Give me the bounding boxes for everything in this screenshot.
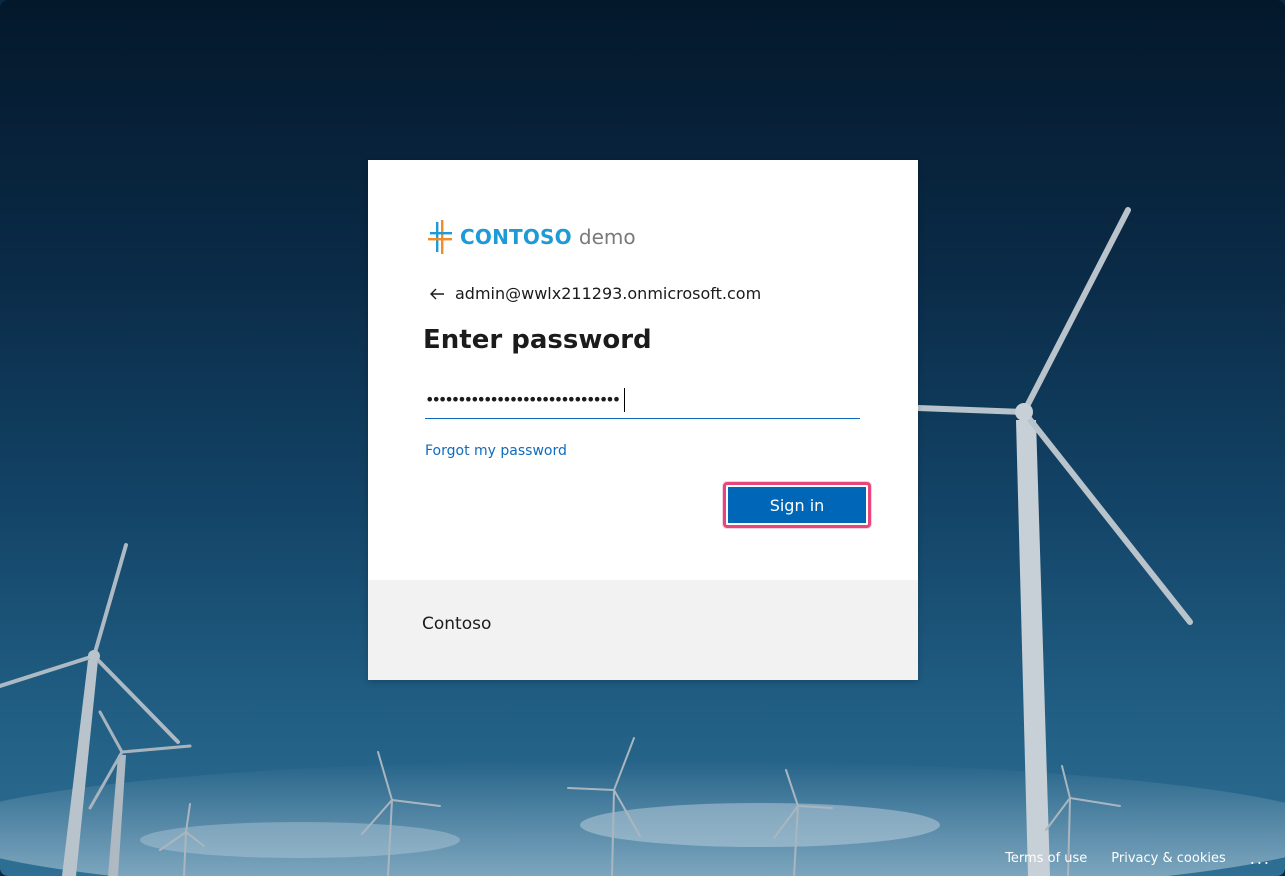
sign-in-panel: CONTOSO demo admin@wwlx211293.onmicrosof… xyxy=(368,160,918,580)
contoso-logo-icon xyxy=(428,220,452,254)
back-arrow-icon[interactable] xyxy=(428,285,446,303)
privacy-cookies-link[interactable]: Privacy & cookies xyxy=(1111,851,1225,866)
company-logo: CONTOSO demo xyxy=(428,220,636,254)
page-title: Enter password xyxy=(423,325,652,355)
terms-of-use-link[interactable]: Terms of use xyxy=(1005,851,1087,866)
account-email: admin@wwlx211293.onmicrosoft.com xyxy=(455,284,762,303)
identity-banner: admin@wwlx211293.onmicrosoft.com xyxy=(428,284,761,303)
page-footer: Terms of use Privacy & cookies ... xyxy=(981,849,1271,868)
logo-brand-text: CONTOSO xyxy=(460,225,572,249)
card-footer: Contoso xyxy=(368,580,918,680)
logo-suffix-text: demo xyxy=(578,225,636,249)
organization-name: Contoso xyxy=(422,614,492,634)
password-masked-value: •••••••••••••••••••••••••••••• xyxy=(425,390,621,409)
password-input[interactable]: •••••••••••••••••••••••••••••• xyxy=(425,382,860,419)
more-options-button[interactable]: ... xyxy=(1250,849,1271,868)
sign-in-button[interactable]: Sign in xyxy=(728,487,866,523)
sign-in-highlight: Sign in xyxy=(723,482,871,528)
text-caret xyxy=(624,388,626,412)
forgot-password-link[interactable]: Forgot my password xyxy=(425,443,567,459)
sign-in-card: CONTOSO demo admin@wwlx211293.onmicrosof… xyxy=(368,160,918,680)
